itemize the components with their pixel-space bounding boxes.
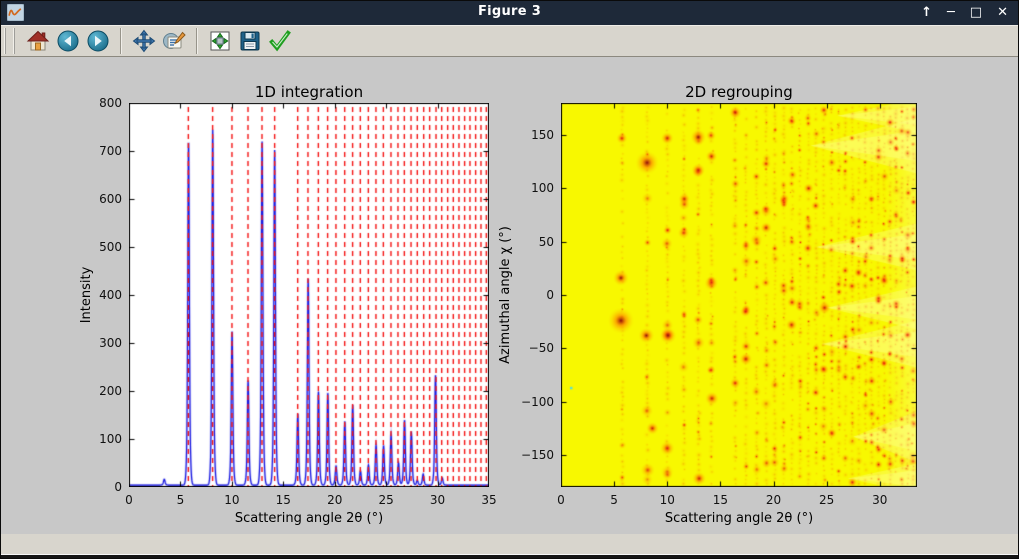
home-button[interactable]: [24, 27, 52, 55]
1d-integration-plot[interactable]: [129, 103, 489, 487]
forward-button[interactable]: [84, 27, 112, 55]
subplots-arrows-icon: [208, 29, 232, 53]
circle-arrow-right-icon: [86, 29, 110, 53]
window-controls: ↑ ─ □ ✕: [921, 3, 1008, 23]
2d-plot-canvas[interactable]: [561, 103, 917, 487]
house-icon: [26, 29, 50, 53]
matplotlib-wave-icon: [7, 4, 24, 21]
tick-label: 200: [99, 383, 122, 399]
note-pencil-icon: [162, 29, 186, 53]
tick-label: 150: [531, 127, 554, 143]
move-cross-icon: [132, 29, 156, 53]
figure-window: Figure 3 ↑ ─ □ ✕: [0, 0, 1019, 559]
tick-label: 30: [850, 492, 910, 508]
window-bottom-edge: [1, 554, 1018, 559]
floppy-disk-icon: [238, 29, 262, 53]
tick-label: 20: [744, 492, 804, 508]
plot2-xlabel: Scattering angle 2θ (°): [589, 511, 889, 526]
tick-label: 5: [584, 492, 644, 508]
shade-button[interactable]: ↑: [921, 3, 932, 23]
tick-label: 700: [99, 143, 122, 159]
tick-label: 300: [99, 335, 122, 351]
green-check-icon: [268, 29, 292, 53]
edit-button[interactable]: [160, 27, 188, 55]
tick-label: −150: [521, 447, 554, 463]
tick-label: 0: [546, 287, 554, 303]
tick-label: 500: [99, 239, 122, 255]
plot2-ylabel: Azimuthal angle χ (°): [498, 210, 514, 380]
plot1-ylabel: Intensity: [79, 225, 95, 365]
tick-label: 100: [531, 180, 554, 196]
plot1-title: 1D integration: [129, 83, 489, 103]
close-button[interactable]: ✕: [997, 3, 1008, 23]
tick-label: 15: [690, 492, 750, 508]
toolbar-separator: [196, 28, 198, 54]
toolbar-separator: [120, 28, 122, 54]
plot1-xlabel: Scattering angle 2θ (°): [159, 511, 459, 526]
maximize-button[interactable]: □: [970, 3, 982, 23]
1d-plot-canvas[interactable]: [129, 103, 489, 487]
tick-label: 50: [539, 234, 554, 250]
titlebar[interactable]: Figure 3 ↑ ─ □ ✕: [1, 1, 1018, 25]
2d-regrouping-plot[interactable]: [561, 103, 917, 487]
tick-label: 600: [99, 191, 122, 207]
tick-label: −50: [529, 340, 554, 356]
plot2-title: 2D regrouping: [561, 83, 917, 103]
toolbar: [1, 25, 1018, 57]
tick-label: 0: [531, 492, 591, 508]
tick-label: 25: [797, 492, 857, 508]
toolbar-drag-handle[interactable]: [4, 28, 15, 54]
apply-button[interactable]: [266, 27, 294, 55]
tick-label: 35: [459, 492, 519, 508]
figure-canvas: 1D integration 2D regrouping Intensity S…: [1, 57, 1019, 534]
tick-label: 400: [99, 287, 122, 303]
status-bar: [1, 534, 1018, 554]
tick-label: 100: [99, 431, 122, 447]
window-title: Figure 3: [478, 4, 541, 19]
save-button[interactable]: [236, 27, 264, 55]
tick-label: −100: [521, 394, 554, 410]
back-button[interactable]: [54, 27, 82, 55]
tick-label: 800: [99, 95, 122, 111]
pan-button[interactable]: [130, 27, 158, 55]
circle-arrow-left-icon: [56, 29, 80, 53]
configure-subplots-button[interactable]: [206, 27, 234, 55]
tick-label: 10: [637, 492, 697, 508]
minimize-button[interactable]: ─: [947, 3, 955, 23]
